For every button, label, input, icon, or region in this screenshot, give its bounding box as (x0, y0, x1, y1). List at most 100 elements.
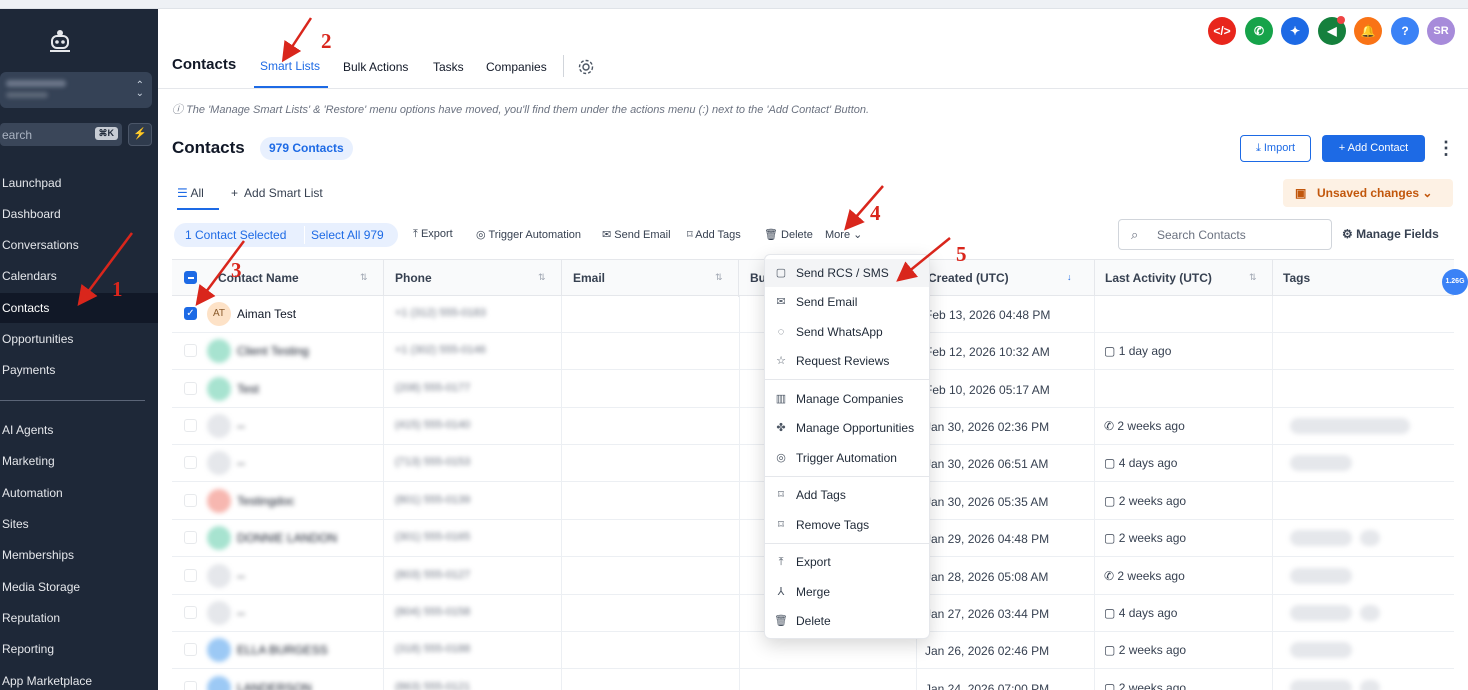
sidebar-item-memberships[interactable]: Memberships (0, 540, 158, 570)
select-all-button[interactable]: Select All 979 (311, 228, 384, 242)
last-activity: ▢ 4 days ago (1104, 456, 1177, 470)
row-checkbox[interactable] (184, 344, 197, 357)
actions-kebab-icon[interactable]: ⋮ (1437, 137, 1455, 159)
sidebar-item-launchpad[interactable]: Launchpad (0, 168, 158, 198)
col-created[interactable]: Created (UTC) (928, 271, 1009, 285)
add-tags-action[interactable]: ⌑ Add Tags (687, 228, 741, 241)
sidebar-item-contacts[interactable]: Contacts (0, 293, 158, 323)
send-email-action[interactable]: ✉ Send Email (602, 228, 671, 241)
menu-item-merge[interactable]: ⅄ Merge (765, 578, 929, 606)
storage-badge[interactable]: 1.26G (1442, 269, 1468, 295)
contact-name[interactable]: Client Testing (237, 344, 309, 358)
sidebar-item-marketing[interactable]: Marketing (0, 446, 158, 476)
menu-item-send-rcs-sms[interactable]: ▢ Send RCS / SMS (765, 259, 929, 287)
sidebar-item-ai-agents[interactable]: AI Agents (0, 415, 158, 445)
sidebar-item-conversations[interactable]: Conversations (0, 230, 158, 260)
menu-item-manage-companies[interactable]: ▥ Manage Companies (765, 385, 929, 413)
tab-bulk-actions[interactable]: Bulk Actions (343, 60, 408, 74)
sidebar-item-reporting[interactable]: Reporting (0, 634, 158, 664)
col-email[interactable]: Email (573, 271, 605, 285)
tag-pill (1290, 455, 1352, 471)
user-avatar[interactable]: SR (1427, 17, 1455, 45)
contact-name[interactable]: Testingdoc (237, 494, 294, 508)
menu-item-add-tags[interactable]: ⌑ Add Tags (765, 481, 929, 509)
contact-name[interactable]: Aiman Test (237, 307, 296, 321)
contact-name[interactable]: -- (237, 456, 245, 470)
row-checkbox[interactable] (184, 643, 197, 656)
contact-name[interactable]: -- (237, 606, 245, 620)
notice-text: The 'Manage Smart Lists' & 'Restore' men… (186, 104, 870, 116)
tab-tasks[interactable]: Tasks (433, 60, 464, 74)
row-checkbox[interactable] (184, 456, 197, 469)
help-icon[interactable]: ? (1391, 17, 1419, 45)
sidebar-item-automation[interactable]: Automation (0, 478, 158, 508)
bell-icon[interactable]: 🔔 (1354, 17, 1382, 45)
sidebar-item-dashboard[interactable]: Dashboard (0, 199, 158, 229)
sidebar-item-media-storage[interactable]: Media Storage (0, 572, 158, 602)
col-tags[interactable]: Tags (1283, 271, 1310, 285)
row-checkbox[interactable] (184, 569, 197, 582)
sparkle-icon[interactable]: ✦ (1281, 17, 1309, 45)
row-checkbox[interactable] (184, 419, 197, 432)
sort-icon[interactable]: ⇅ (715, 272, 723, 283)
quick-action-bolt-icon[interactable]: ⚡ (128, 123, 152, 146)
menu-item-remove-tags[interactable]: ⌑ Remove Tags (765, 511, 929, 539)
sidebar-item-app-marketplace[interactable]: App Marketplace (0, 666, 158, 690)
sidebar-item-opportunities[interactable]: Opportunities (0, 324, 158, 354)
contact-name[interactable]: LANDERSON (237, 681, 312, 690)
trigger-automation-action[interactable]: ◎ Trigger Automation (476, 228, 581, 241)
manage-fields-button[interactable]: ⚙ Manage Fields (1342, 227, 1439, 241)
row-checkbox[interactable] (184, 494, 197, 507)
add-smart-list-button[interactable]: + Add Smart List (231, 186, 323, 200)
sidebar-item-reputation[interactable]: Reputation (0, 603, 158, 633)
contact-name[interactable]: DONNIE LANDON (237, 531, 337, 545)
search-contacts-input[interactable]: ⌕ Search Contacts (1118, 219, 1332, 250)
unsaved-changes-button[interactable]: ▣ Unsaved changes ⌄ (1283, 179, 1453, 207)
menu-item-request-reviews[interactable]: ☆ Request Reviews (765, 347, 929, 375)
avatar (207, 489, 231, 513)
row-checkbox[interactable] (184, 531, 197, 544)
col-phone[interactable]: Phone (395, 271, 432, 285)
sort-icon[interactable]: ⇅ (538, 272, 546, 283)
export-action[interactable]: ⤒ Export (413, 228, 453, 241)
menu-item-delete[interactable]: 🗑 Delete (765, 607, 929, 635)
sort-icon[interactable]: ⇅ (1249, 272, 1257, 283)
sidebar-search[interactable]: earch ⌘K (0, 123, 122, 146)
menu-item-label: Delete (796, 614, 831, 628)
account-switcher[interactable]: ⌃ ⌄ (0, 72, 152, 108)
row-checkbox[interactable] (184, 382, 197, 395)
sort-desc-icon[interactable]: ↓ (1067, 272, 1072, 282)
contact-name[interactable]: -- (237, 569, 245, 583)
row-checkbox[interactable] (184, 681, 197, 690)
sidebar-item-calendars[interactable]: Calendars (0, 261, 158, 291)
contact-name[interactable]: -- (237, 419, 245, 433)
menu-item-send-email[interactable]: ✉ Send Email (765, 288, 929, 316)
import-button[interactable]: ⤓ Import (1240, 135, 1311, 162)
gear-icon[interactable] (577, 58, 595, 76)
list-all-tab[interactable]: ☰ All (177, 186, 204, 200)
more-action[interactable]: More ⌄ (825, 228, 862, 241)
phone-icon[interactable]: ✆ (1245, 17, 1273, 45)
contact-name[interactable]: ELLA BURGESS (237, 643, 328, 657)
sort-icon[interactable]: ⇅ (360, 272, 368, 283)
menu-item-manage-opportunities[interactable]: ✤ Manage Opportunities (765, 414, 929, 442)
col-last-activity[interactable]: Last Activity (UTC) (1105, 271, 1212, 285)
mail-icon: ✉ (776, 296, 786, 308)
menu-item-export[interactable]: ⤒ Export (765, 548, 929, 576)
add-contact-button[interactable]: + Add Contact (1322, 135, 1425, 162)
sidebar-item-sites[interactable]: Sites (0, 509, 158, 539)
page-title: Contacts (172, 138, 245, 157)
browser-top-strip (0, 0, 1468, 9)
select-all-checkbox[interactable] (184, 271, 197, 284)
delete-action[interactable]: 🗑 Delete (764, 228, 813, 241)
tab-smart-lists[interactable]: Smart Lists (260, 59, 320, 73)
code-icon[interactable]: </> (1208, 17, 1236, 45)
menu-item-send-whatsapp[interactable]: ◌ Send WhatsApp (765, 318, 929, 346)
contact-name[interactable]: Test (237, 382, 259, 396)
tab-companies[interactable]: Companies (486, 60, 547, 74)
table-row[interactable]: LANDERSON (863) 555-0121 Jan 24, 2026 07… (172, 670, 1454, 690)
row-checkbox[interactable] (184, 606, 197, 619)
row-checkbox-checked[interactable]: ✓ (184, 307, 197, 320)
sidebar-item-payments[interactable]: Payments (0, 355, 158, 385)
menu-item-trigger-automation[interactable]: ◎ Trigger Automation (765, 444, 929, 472)
